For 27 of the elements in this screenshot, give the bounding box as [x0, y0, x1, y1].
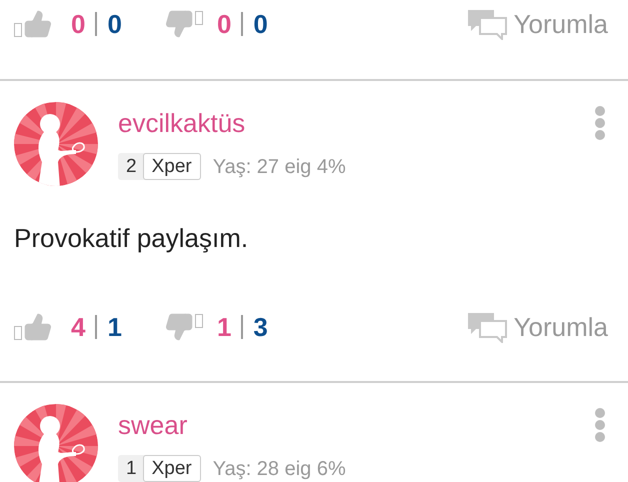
speech-bubbles-icon — [466, 8, 508, 40]
male-count: 1 — [107, 314, 122, 340]
male-count: 0 — [107, 11, 122, 37]
username-link[interactable]: evcilkaktüs — [118, 107, 346, 139]
level-badge: 1 Xper — [118, 455, 201, 482]
thumbs-up-icon[interactable] — [14, 9, 53, 39]
comment-button[interactable]: Yorumla — [466, 8, 608, 40]
user-meta: Yaş: 28 eig 6% — [212, 458, 346, 478]
male-count: 0 — [253, 11, 268, 37]
user-meta: Yaş: 27 eig 4% — [212, 156, 346, 176]
thumbs-down-icon[interactable] — [164, 312, 203, 342]
thumbs-up-icon[interactable] — [14, 312, 53, 342]
thumbs-down-icon[interactable] — [164, 9, 203, 39]
speech-bubbles-icon — [466, 311, 508, 343]
more-options-icon[interactable] — [594, 105, 606, 141]
female-count: 4 — [71, 314, 86, 340]
female-count: 0 — [216, 11, 232, 37]
female-count: 1 — [216, 314, 232, 340]
male-count: 3 — [253, 314, 268, 340]
avatar[interactable] — [14, 404, 98, 482]
female-count: 0 — [71, 11, 86, 37]
comment-text: Provokatif paylaşım. — [13, 223, 250, 253]
level-badge: 2 Xper — [118, 153, 201, 180]
avatar[interactable] — [14, 102, 98, 186]
comment-button[interactable]: Yorumla — [466, 311, 608, 343]
username-link[interactable]: swear — [118, 409, 346, 441]
more-options-icon[interactable] — [594, 407, 606, 443]
